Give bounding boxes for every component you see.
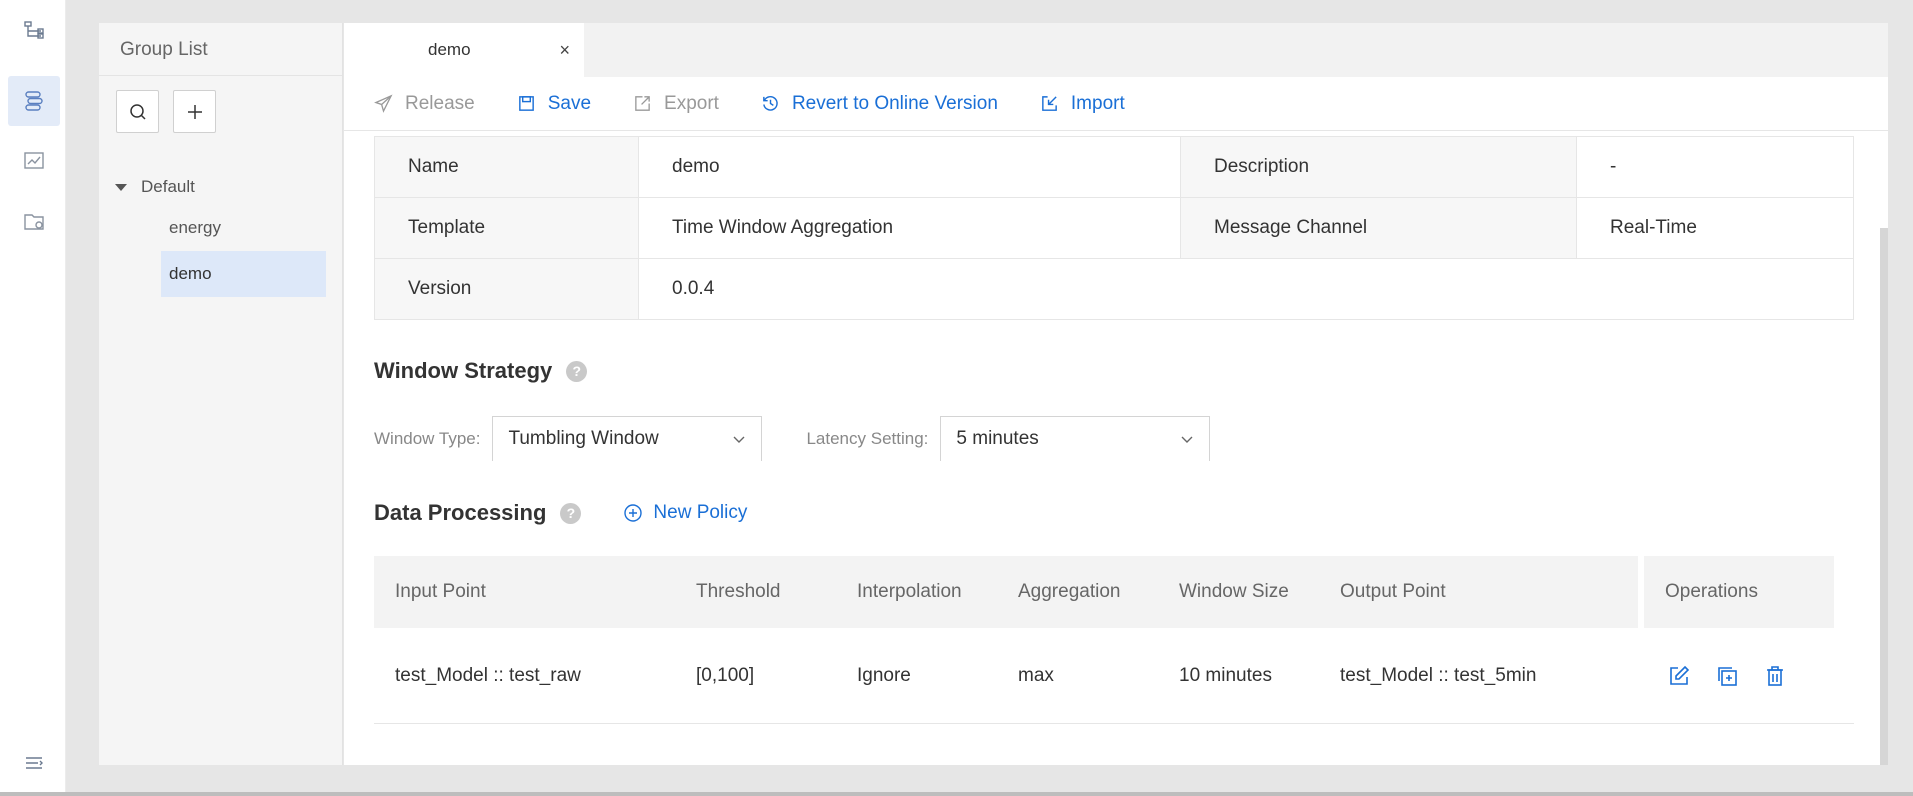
description-value: - [1576, 136, 1854, 198]
tree-item-label: demo [169, 264, 212, 283]
history-icon [763, 96, 778, 111]
template-label: Template [374, 197, 639, 259]
chevron-down-icon [1181, 436, 1193, 443]
icon-rail [0, 0, 66, 796]
col-operations: Operations [1644, 556, 1834, 628]
window-type-label: Window Type: [374, 428, 481, 448]
export-label: Export [664, 92, 719, 114]
send-icon [374, 94, 393, 113]
cell-interpolation: Ignore [857, 664, 911, 686]
col-window-size: Window Size [1158, 556, 1319, 628]
edit-icon[interactable] [1665, 662, 1693, 690]
save-icon [518, 96, 534, 111]
tree-root-default[interactable]: Default [99, 169, 342, 205]
revert-label: Revert to Online Version [791, 92, 998, 114]
chevron-down-icon [733, 436, 745, 443]
data-processing-heading: Data Processing ? New Policy [374, 500, 747, 526]
policy-table: Input Point Threshold Interpolation Aggr… [374, 556, 1854, 724]
stream-policy-icon[interactable] [8, 76, 60, 126]
cell-operations [1644, 628, 1834, 723]
export-button[interactable]: Export [633, 93, 719, 115]
col-threshold: Threshold [675, 556, 836, 628]
import-button[interactable]: Import [1040, 93, 1125, 115]
col-output-point: Output Point [1319, 556, 1638, 628]
version-value: 0.0.4 [638, 258, 1854, 320]
flow-structure-icon[interactable] [8, 6, 60, 56]
collapse-menu-icon[interactable] [8, 738, 60, 788]
release-label: Release [405, 92, 475, 114]
import-label: Import [1070, 92, 1125, 114]
import-icon [1042, 96, 1057, 111]
window-strategy-fields: Window Type: Tumbling Window Latency Set… [374, 416, 1211, 461]
col-aggregation: Aggregation [997, 556, 1158, 628]
col-interpolation: Interpolation [836, 556, 997, 628]
caret-down-icon[interactable] [115, 183, 127, 191]
cell-output-point: test_Model :: test_5min [1340, 664, 1537, 686]
group-list-panel: Group List Default energy demo [99, 23, 343, 765]
cell-input-point: test_Model :: test_raw [395, 664, 581, 686]
save-label: Save [547, 92, 592, 114]
folder-settings-icon[interactable] [8, 196, 60, 246]
window-strategy-heading: Window Strategy ? [374, 358, 588, 384]
latency-value: 5 minutes [956, 428, 1039, 449]
toolbar: Release Save Export Revert to Online Ver… [344, 77, 1888, 131]
search-button[interactable] [116, 90, 159, 133]
col-input-point: Input Point [374, 556, 675, 628]
latency-select[interactable]: 5 minutes [940, 416, 1211, 461]
content: Name demo Description - Template Time Wi… [374, 136, 1854, 724]
window-strategy-title: Window Strategy [374, 358, 553, 383]
search-icon [129, 103, 146, 120]
tree-item-label: energy [169, 218, 221, 237]
table-row: test_Model :: test_raw [0,100] Ignore ma… [374, 628, 1854, 724]
tab-demo[interactable]: demo × [344, 23, 584, 77]
cell-window-size: 10 minutes [1179, 664, 1272, 686]
table-header: Input Point Threshold Interpolation Aggr… [374, 556, 1854, 628]
add-group-button[interactable] [173, 90, 216, 133]
close-icon[interactable]: × [559, 40, 570, 61]
template-value: Time Window Aggregation [638, 197, 1181, 259]
group-tools [116, 90, 216, 133]
scrollbar[interactable] [1880, 228, 1888, 765]
tree-item-energy[interactable]: energy [161, 205, 326, 251]
tree-item-demo[interactable]: demo [161, 251, 326, 297]
copy-icon[interactable] [1713, 662, 1741, 690]
cell-threshold: [0,100] [696, 664, 755, 686]
cell-aggregation: max [1018, 664, 1054, 686]
help-icon[interactable]: ? [566, 360, 588, 382]
window-type-select[interactable]: Tumbling Window [492, 416, 763, 461]
tab-label: demo [428, 40, 471, 59]
message-channel-value: Real-Time [1576, 197, 1854, 259]
plus-circle-icon [624, 504, 643, 522]
latency-label: Latency Setting: [806, 428, 929, 448]
description-label: Description [1180, 136, 1577, 198]
data-processing-title: Data Processing [374, 500, 547, 525]
save-button[interactable]: Save [517, 93, 591, 115]
group-list-title: Group List [99, 23, 342, 76]
revert-button[interactable]: Revert to Online Version [761, 93, 998, 115]
export-icon [635, 96, 650, 111]
tab-bar: demo × [344, 23, 1888, 77]
delete-icon[interactable] [1761, 662, 1789, 690]
tree-root-label: Default [141, 177, 195, 196]
new-policy-button[interactable]: New Policy [623, 502, 747, 524]
release-button[interactable]: Release [374, 93, 475, 115]
plus-icon [187, 104, 202, 119]
name-value: demo [638, 136, 1181, 198]
new-policy-label: New Policy [653, 502, 748, 523]
bottom-strip [0, 792, 1913, 796]
group-tree: Default energy demo [99, 169, 342, 297]
monitor-chart-icon[interactable] [8, 136, 60, 186]
info-table: Name demo Description - Template Time Wi… [374, 136, 1854, 320]
main-panel: demo × Release Save Export Revert to Onl… [344, 23, 1888, 765]
name-label: Name [374, 136, 639, 198]
version-label: Version [374, 258, 639, 320]
message-channel-label: Message Channel [1180, 197, 1577, 259]
window-type-value: Tumbling Window [508, 428, 659, 449]
help-icon[interactable]: ? [560, 502, 582, 524]
